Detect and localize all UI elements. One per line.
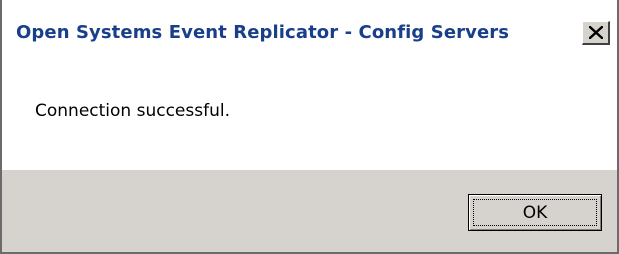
window-title: Open Systems Event Replicator - Config S… xyxy=(16,22,510,43)
ok-button[interactable]: OK xyxy=(468,194,602,231)
message-dialog: Open Systems Event Replicator - Config S… xyxy=(0,0,619,254)
close-icon xyxy=(588,26,603,39)
dialog-body: Connection successful. xyxy=(2,58,617,170)
status-message: Connection successful. xyxy=(35,101,230,121)
ok-button-label: OK xyxy=(522,202,548,223)
button-bar: OK xyxy=(2,170,617,252)
close-button[interactable] xyxy=(582,21,610,45)
title-bar[interactable]: Open Systems Event Replicator - Config S… xyxy=(2,0,617,58)
